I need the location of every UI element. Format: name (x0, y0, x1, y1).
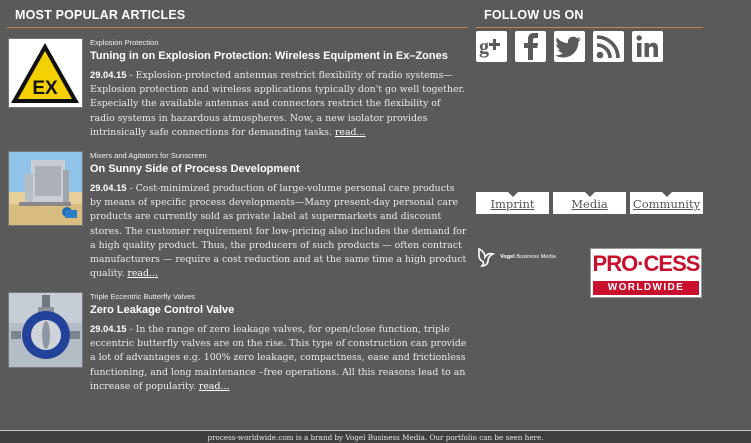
most-popular-heading: MOST POPULAR ARTICLES (7, 6, 468, 28)
article-thumbnail[interactable] (8, 292, 83, 368)
vogel-brand-rest: Business Media (514, 254, 556, 260)
mixer-plant-beach-icon (9, 152, 82, 225)
article-thumbnail[interactable] (8, 151, 83, 226)
community-link[interactable]: Community (630, 191, 703, 214)
tab-notch (583, 191, 596, 197)
butterfly-valve-icon (9, 293, 82, 367)
process-logo-wordmark: PRO·CESS (592, 251, 701, 276)
follow-us-heading: FOLLOW US ON (476, 6, 703, 28)
article-date: 29.04.15 (90, 69, 127, 80)
article-date: 29.04.15 (90, 323, 127, 334)
vogel-wordmark: Vogel Business Media (500, 254, 556, 260)
media-label: Media (571, 197, 608, 211)
article-thumbnail[interactable]: EX (8, 38, 83, 108)
rss-icon[interactable] (593, 31, 624, 62)
article-kicker: Triple Eccentric Butterfly Valves (90, 292, 196, 301)
imprint-link[interactable]: Imprint (476, 191, 549, 214)
article-teaser-text: - In the range of zero leakage valves, f… (90, 324, 467, 392)
read-more-link[interactable]: read... (335, 127, 366, 138)
ex-warning-sign-icon: EX (9, 39, 82, 107)
article-title-link[interactable]: Tuning in on Explosion Protection: Wirel… (90, 50, 468, 63)
svg-text:EX: EX (32, 78, 58, 99)
article-date: 29.04.15 (90, 182, 127, 193)
article-title-link[interactable]: Zero Leakage Control Valve (90, 304, 468, 317)
media-link[interactable]: Media (553, 191, 626, 214)
read-more-link[interactable]: read... (127, 268, 158, 279)
google-plus-icon[interactable]: g (476, 31, 507, 62)
article-teaser: 29.04.15 - Explosion-protected antennas … (90, 68, 468, 140)
article-teaser-text: - Explosion-protected antennas restrict … (90, 70, 465, 138)
vogel-bird-icon (478, 247, 496, 267)
vogel-business-media-logo[interactable]: Vogel Business Media (476, 246, 576, 270)
page-footer: process-worldwide.com is a brand by Voge… (0, 430, 751, 443)
article-kicker: Mixers and Agitators for Sunscreen (90, 151, 207, 160)
community-label: Community (632, 197, 701, 211)
article-teaser: 29.04.15 - Cost-minimized production of … (90, 181, 468, 281)
process-logo-worldwide: WORLDWIDE (593, 281, 699, 295)
linkedin-icon[interactable] (632, 31, 663, 62)
tab-notch (506, 191, 519, 197)
article-title-link[interactable]: On Sunny Side of Process Development (90, 163, 468, 176)
process-worldwide-logo[interactable]: PRO·CESS WORLDWIDE (590, 248, 702, 298)
facebook-icon[interactable] (515, 31, 546, 62)
twitter-icon[interactable] (554, 31, 585, 62)
article-teaser-text: - Cost-minimized production of large-vol… (90, 183, 467, 280)
vogel-brand: Vogel (500, 254, 515, 260)
article-kicker: Explosion Protection (90, 38, 159, 47)
read-more-link[interactable]: read... (199, 381, 230, 392)
imprint-label: Imprint (490, 197, 535, 211)
tab-notch (660, 191, 673, 197)
article-teaser: 29.04.15 - In the range of zero leakage … (90, 322, 468, 394)
svg-text:g: g (479, 36, 489, 58)
footer-brand-text[interactable]: process-worldwide.com is a brand by Voge… (0, 433, 751, 442)
